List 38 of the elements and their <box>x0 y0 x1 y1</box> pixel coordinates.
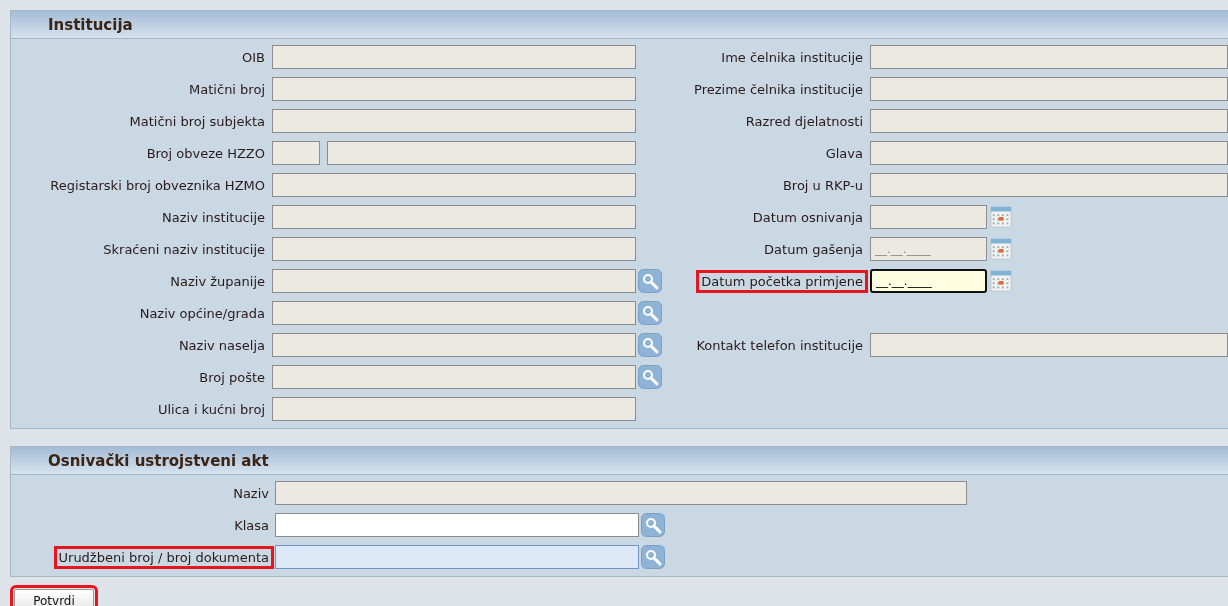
field-label: Matični broj <box>188 80 266 99</box>
field-label: Prezime čelnika institucije <box>693 80 864 99</box>
calendar-icon[interactable] <box>990 206 1012 228</box>
input-field[interactable]: __.__.____ <box>870 269 987 293</box>
field-label: Datum početka primjene <box>696 269 868 293</box>
search-icon[interactable] <box>638 301 662 325</box>
input-field[interactable] <box>275 513 639 537</box>
field-label: Ime čelnika institucije <box>720 48 864 67</box>
field-label: Urudžbeni broj / broj dokumenta <box>53 545 274 569</box>
input-field[interactable] <box>275 545 639 569</box>
field-label: Matični broj subjekta <box>128 112 266 131</box>
field-label: Broj pošte <box>198 368 266 387</box>
field-label: Glava <box>824 144 864 163</box>
search-icon[interactable] <box>641 513 665 537</box>
field-label: Ulica i kućni broj <box>156 400 266 419</box>
field-label: Broj u RKP-u <box>781 176 864 195</box>
search-icon[interactable] <box>638 333 662 357</box>
field-label: Kontakt telefon institucije <box>695 336 864 355</box>
field-label: Naziv naselja <box>177 336 266 355</box>
field-label: Broj obveze HZZO <box>145 144 266 163</box>
field-label: Datum gašenja <box>763 240 864 259</box>
calendar-icon[interactable] <box>990 238 1012 260</box>
search-icon[interactable] <box>638 269 662 293</box>
section-header: Osnivački ustrojstveni akt <box>11 447 1228 475</box>
section-header: Institucija <box>11 11 1228 39</box>
field-label: Naziv općine/grada <box>138 304 266 323</box>
search-icon[interactable] <box>641 545 665 569</box>
field-label: Skraćeni naziv institucije <box>102 240 266 259</box>
field-label: Klasa <box>233 516 270 535</box>
field-label: Datum osnivanja <box>751 208 864 227</box>
field-label: Naziv institucije <box>161 208 266 227</box>
field-label: Naziv županije <box>169 272 266 291</box>
field-label: Naziv <box>232 484 270 503</box>
search-icon[interactable] <box>638 365 662 389</box>
field-label: Registarski broj obveznika HZMO <box>49 176 266 195</box>
field-label: OIB <box>241 48 266 67</box>
calendar-icon[interactable] <box>990 270 1012 292</box>
field-label: Razred djelatnosti <box>744 112 864 131</box>
